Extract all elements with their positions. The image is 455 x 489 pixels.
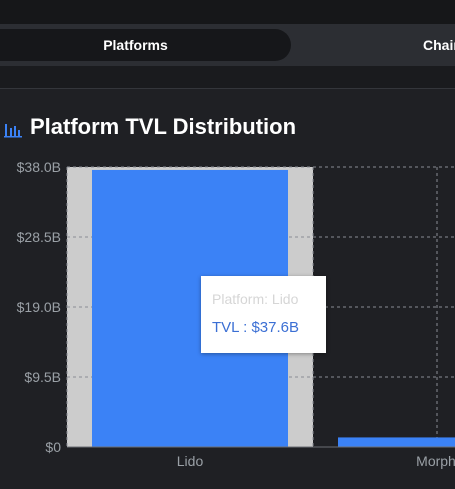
- y-tick-label: $28.5B: [17, 229, 61, 245]
- bar-morph: [338, 437, 455, 447]
- tooltip-platform: Platform: Lido: [212, 291, 299, 307]
- chart-tooltip: Platform: Lido TVL : $37.6B: [201, 276, 326, 353]
- chart-title-text: Platform TVL Distribution: [30, 114, 297, 139]
- y-tick-label: $38.0B: [17, 159, 61, 175]
- y-tick-label: $0: [45, 439, 61, 455]
- x-tick-label: Morph: [416, 453, 455, 469]
- y-tick-label: $19.0B: [17, 299, 61, 315]
- tooltip-tvl: TVL : $37.6B: [212, 319, 299, 336]
- y-tick-label: $9.5B: [24, 369, 61, 385]
- bar-chart-icon: [4, 118, 22, 138]
- chart-title: Platform TVL Distribution: [4, 112, 296, 142]
- tvl-bar-chart: $0 $9.5B $19.0B $28.5B $38.0B Lido Morph: [17, 159, 455, 469]
- x-tick-label: Lido: [177, 453, 204, 469]
